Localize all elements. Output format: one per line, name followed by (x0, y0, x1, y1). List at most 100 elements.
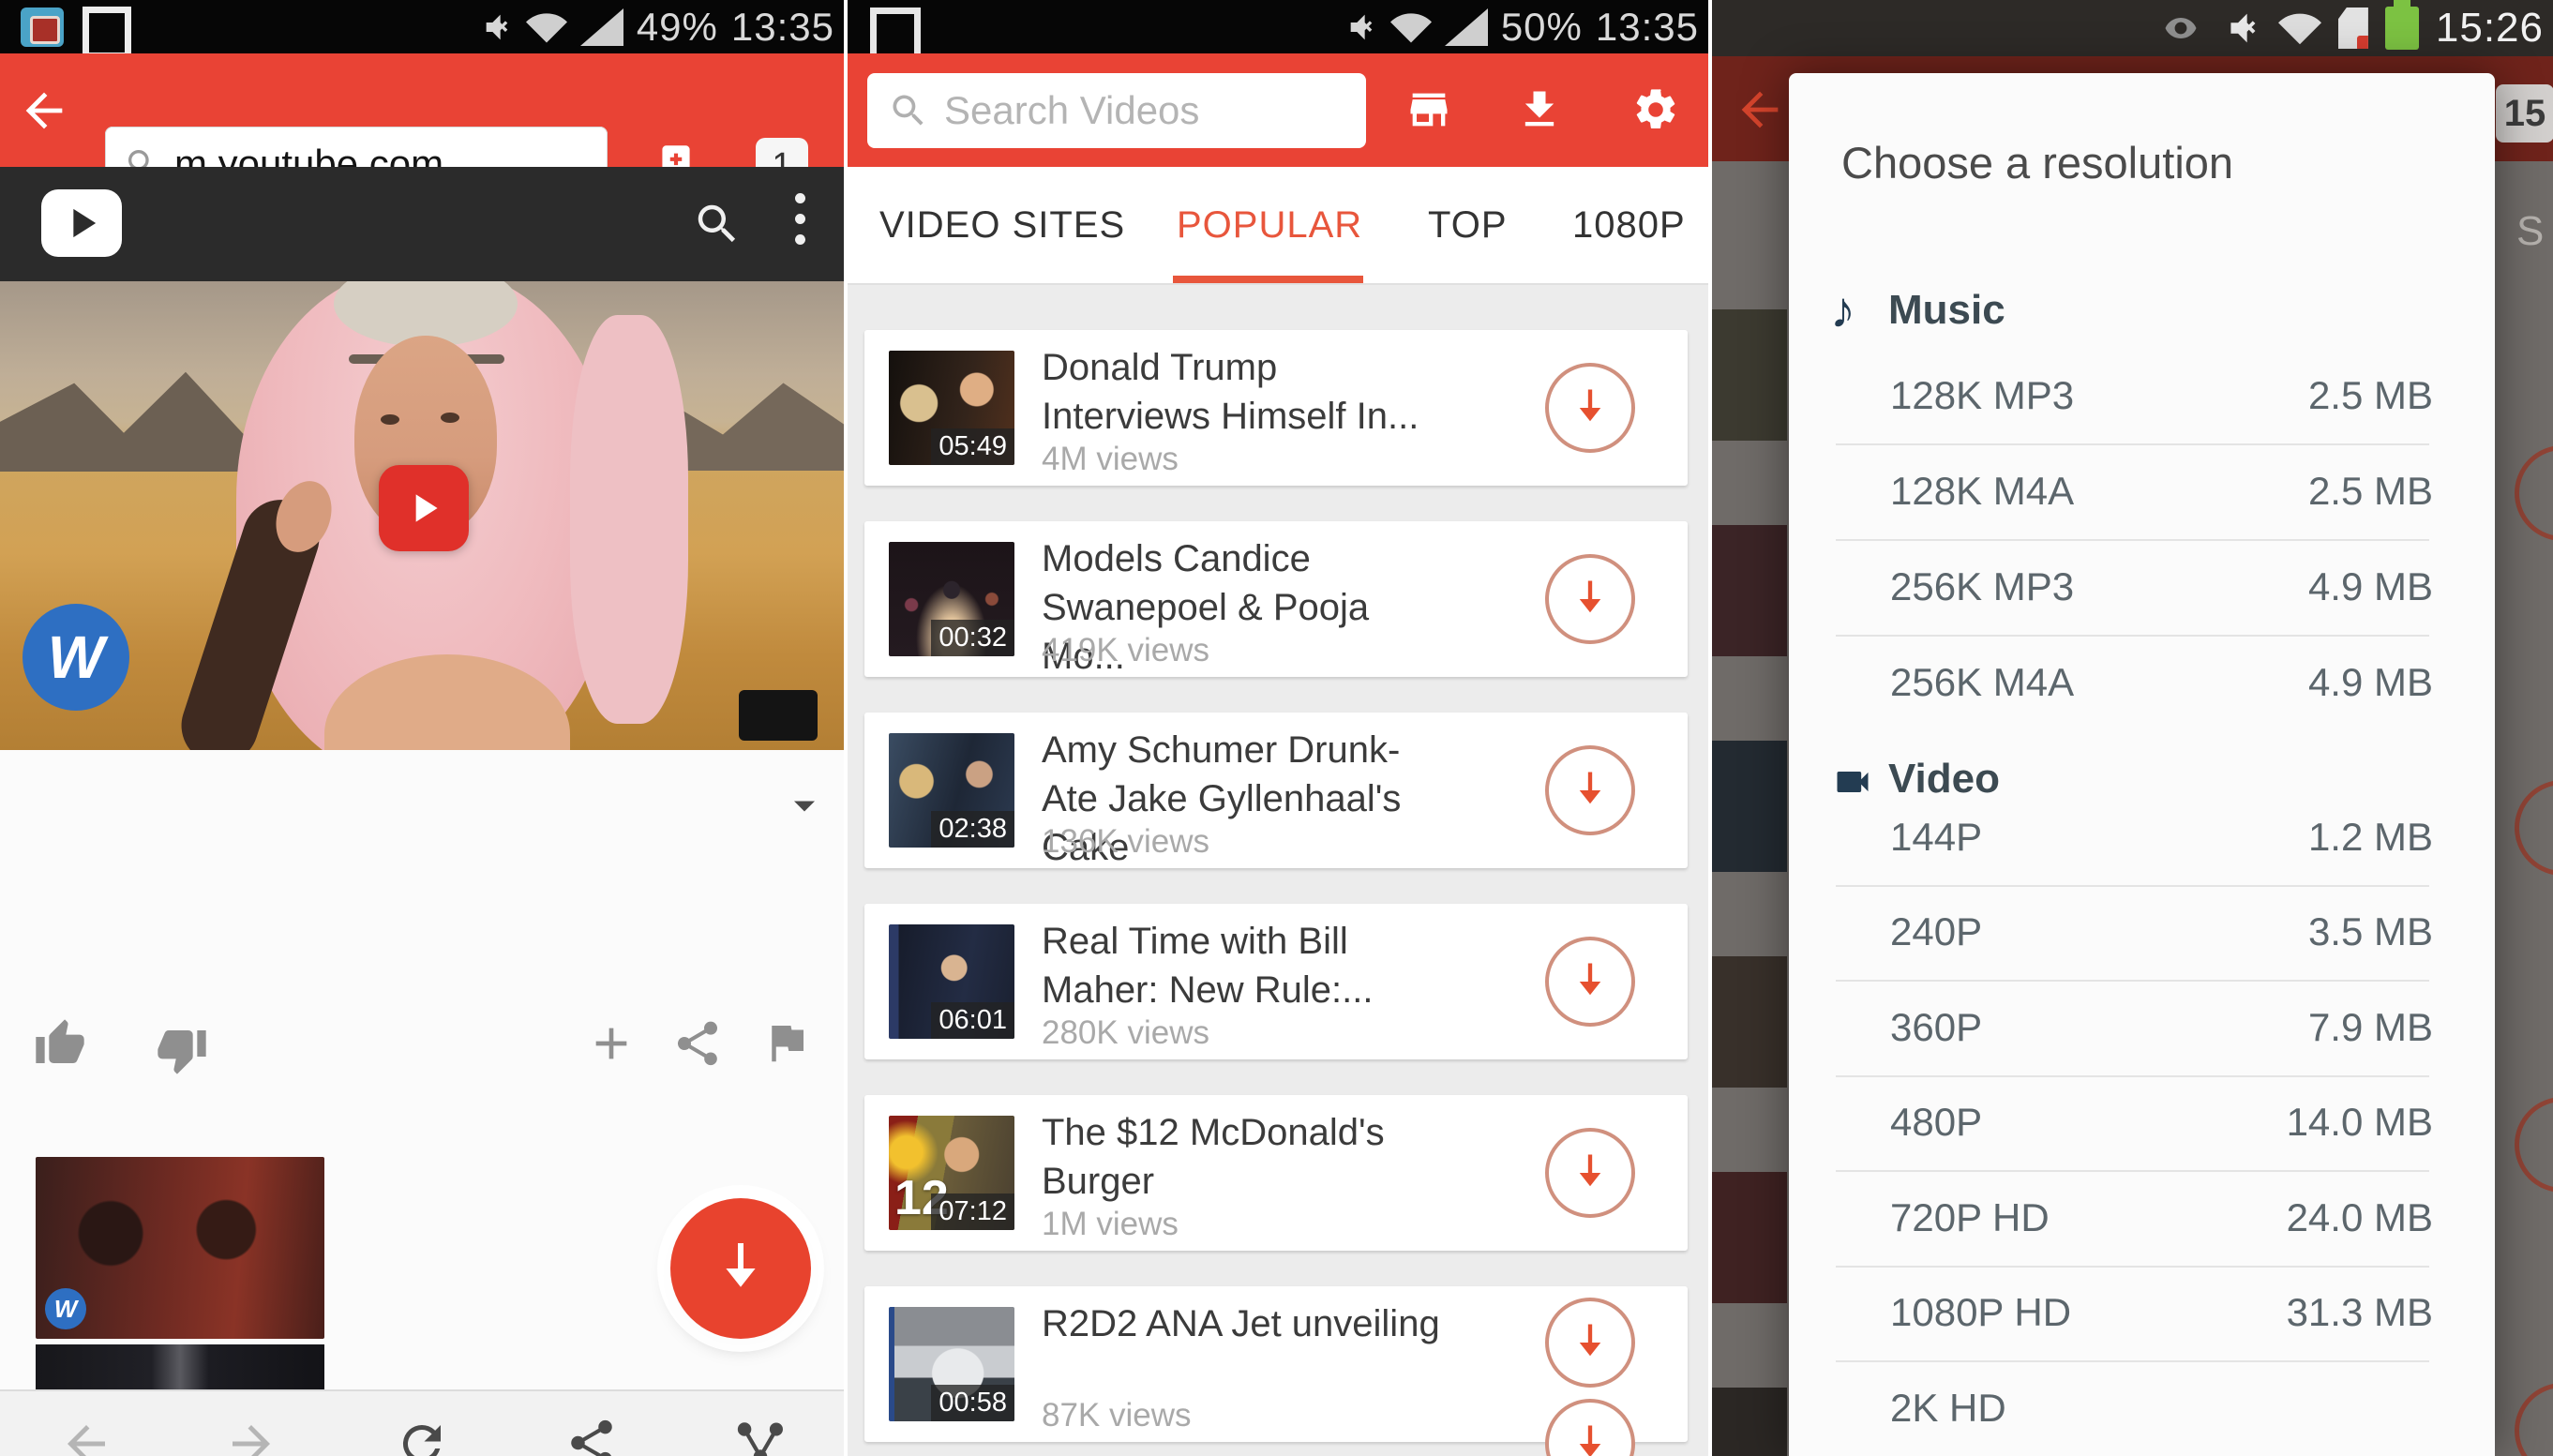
mute-icon (2218, 7, 2261, 50)
video-card[interactable]: 12 07:12 The $12 McDonald's Burger 1M vi… (864, 1095, 1688, 1251)
download-button[interactable] (1545, 1298, 1635, 1388)
download-fab[interactable] (670, 1198, 811, 1339)
divider (1836, 1170, 2429, 1172)
refresh-icon[interactable] (394, 1416, 450, 1456)
mute-icon (1340, 8, 1377, 46)
chevron-down-icon[interactable] (784, 786, 825, 827)
share-icon[interactable] (671, 1017, 724, 1070)
youtube-search-icon[interactable] (692, 199, 743, 249)
video-views: 1M views (1042, 1206, 1179, 1242)
video-views: 4M views (1042, 441, 1179, 477)
status-bar-right: 15:26 (1712, 0, 2553, 56)
resolution-option[interactable]: 144P (1890, 815, 1982, 860)
resolution-option[interactable]: 1080P HD (1890, 1290, 2071, 1335)
tab-top[interactable]: TOP (1428, 204, 1508, 247)
gear-icon[interactable] (1631, 85, 1680, 134)
download-icon (1566, 383, 1614, 432)
background-text-fragment: S (2516, 208, 2545, 254)
wifi-icon (1390, 7, 1432, 48)
download-icon (1566, 957, 1614, 1006)
download-icon (1566, 1318, 1614, 1367)
dimmed-download-button (2515, 1097, 2553, 1193)
battery-icon (2384, 0, 2419, 50)
video-title: Real Time with Bill Maher: New Rule:... (1042, 921, 1374, 1011)
download-icon (1566, 575, 1614, 623)
video-still-art (381, 414, 399, 425)
resolution-option[interactable]: 240P (1890, 909, 1982, 954)
share-alt-icon[interactable] (733, 1416, 788, 1456)
video-title: R2D2 ANA Jet unveiling (1042, 1303, 1440, 1344)
status-bar-left: 49% 13:35 (0, 0, 844, 59)
tab-bar: VIDEO SITES POPULAR TOP 1080P (848, 167, 1708, 285)
clock: 13:35 (1595, 4, 1699, 49)
youtube-logo[interactable] (41, 189, 122, 257)
share-icon[interactable] (564, 1416, 619, 1456)
video-thumbnail: 05:49 (889, 351, 1014, 465)
active-tab-indicator (1173, 276, 1363, 283)
video-thumbnail: 00:32 (889, 542, 1014, 656)
suggested-video-thumbnail[interactable]: W (36, 1157, 324, 1339)
resolution-option[interactable]: 128K MP3 (1890, 373, 2074, 418)
flag-icon[interactable] (761, 1017, 812, 1068)
video-section-label: Video (1888, 756, 2001, 802)
download-icon (1566, 766, 1614, 815)
download-button[interactable] (1545, 745, 1635, 835)
resolution-option[interactable]: 256K M4A (1890, 660, 2074, 705)
resolution-option[interactable]: 720P HD (1890, 1195, 2050, 1240)
signal-icon (579, 8, 623, 46)
battery-percent: 50% (1500, 4, 1583, 49)
duration-badge: 05:49 (931, 428, 1014, 465)
dislike-icon[interactable] (156, 1024, 208, 1076)
file-size: 2.5 MB (2307, 373, 2433, 417)
video-card[interactable]: 00:58 R2D2 ANA Jet unveiling 87K views (864, 1286, 1688, 1456)
resolution-option[interactable]: 256K MP3 (1890, 564, 2074, 609)
market-icon[interactable] (1404, 85, 1453, 134)
resolution-option[interactable]: 360P (1890, 1005, 1982, 1050)
tab-video-sites[interactable]: VIDEO SITES (879, 204, 1125, 247)
divider (1836, 980, 2429, 982)
like-icon[interactable] (34, 1017, 86, 1070)
overflow-menu-icon[interactable] (795, 193, 805, 245)
music-note-icon: ♪ (1830, 282, 1855, 338)
screenshot-icon (83, 7, 131, 59)
download-button[interactable] (1545, 1399, 1635, 1456)
play-button[interactable] (379, 465, 469, 551)
video-views: 87K views (1042, 1397, 1192, 1433)
back-arrow-icon (1733, 83, 1787, 137)
tab-1080p[interactable]: 1080P (1572, 204, 1686, 247)
search-input[interactable]: Search Videos (867, 73, 1366, 148)
video-title: Donald Trump Interviews Himself In... (1042, 347, 1419, 437)
panel-popular-videos: 50% 13:35 Search Videos VIDEO SITES POPU… (848, 0, 1708, 1456)
mute-icon (475, 8, 513, 46)
download-button[interactable] (1545, 937, 1635, 1027)
divider (1836, 885, 2429, 887)
video-player[interactable]: W (0, 281, 844, 750)
resolution-option[interactable]: 2K HD (1890, 1386, 2006, 1431)
browser-bottom-toolbar (0, 1389, 844, 1456)
clock: 13:35 (730, 4, 834, 49)
resolution-option[interactable]: 480P (1890, 1100, 1982, 1145)
download-icon (707, 1235, 774, 1302)
video-card[interactable]: 06:01 Real Time with Bill Maher: New Rul… (864, 904, 1688, 1059)
file-size: 4.9 MB (2307, 564, 2433, 608)
download-button[interactable] (1545, 363, 1635, 453)
divider (1836, 1075, 2429, 1077)
downloads-icon[interactable] (1515, 85, 1564, 134)
nav-back-icon[interactable] (58, 1416, 114, 1456)
nav-forward-icon[interactable] (223, 1416, 279, 1456)
resolution-option[interactable]: 128K M4A (1890, 469, 2074, 514)
video-card[interactable]: 02:38 Amy Schumer Drunk-Ate Jake Gyllenh… (864, 713, 1688, 868)
divider (1836, 539, 2429, 541)
video-card[interactable]: 05:49 Donald Trump Interviews Himself In… (864, 330, 1688, 486)
smart-stay-eye-icon (2160, 8, 2201, 49)
youtube-header (0, 167, 844, 281)
warner-music-logo: W (23, 604, 129, 711)
tab-popular[interactable]: POPULAR (1177, 204, 1362, 247)
download-button[interactable] (1545, 554, 1635, 644)
panel-divider (844, 0, 848, 1456)
back-arrow-icon[interactable] (17, 83, 71, 138)
video-card[interactable]: 00:32 Models Candice Swanepoel & Pooja M… (864, 521, 1688, 677)
download-button[interactable] (1545, 1128, 1635, 1218)
add-to-playlist-icon[interactable] (585, 1017, 638, 1070)
composite-screenshot: 49% 13:35 m.youtube.com 1 W W 50% 13:35 … (0, 0, 2553, 1456)
